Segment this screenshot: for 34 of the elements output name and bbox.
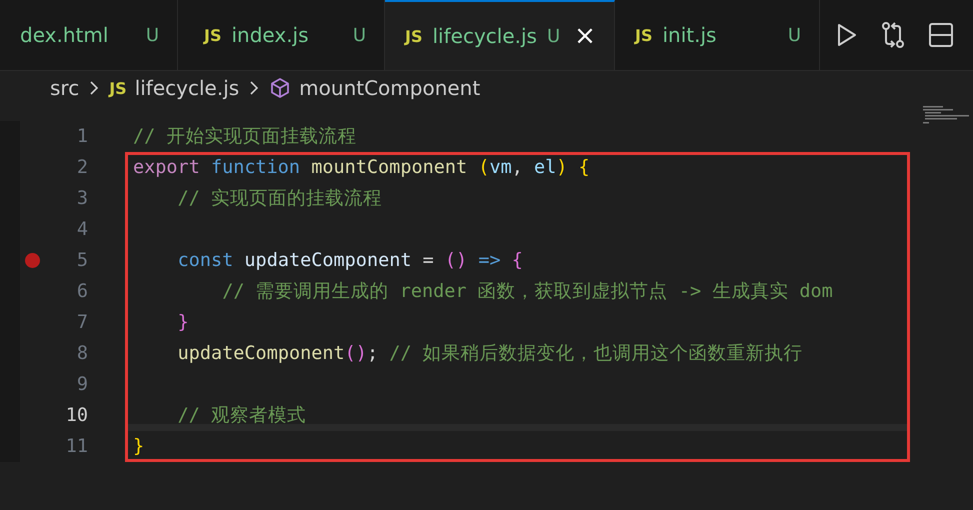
close-icon[interactable]: × [574,21,596,51]
code-line: const updateComponent = () => { [125,245,910,276]
run-icon[interactable] [836,23,858,47]
breadcrumb-item[interactable]: JS lifecycle.js [109,76,240,100]
split-editor-icon[interactable] [928,22,954,48]
compare-changes-icon[interactable] [880,21,906,49]
line-number: 9 [76,374,88,395]
code-line: // 实现页面的挂载流程 [125,183,910,214]
code-line: } [125,307,910,338]
line-number: 6 [76,281,88,302]
code-line: export function mountComponent (vm, el) { [125,152,910,183]
chevron-icon [89,80,100,96]
line-number: 10 [64,405,88,426]
line-number: 11 [64,436,88,457]
line-number: 4 [76,219,88,240]
breadcrumb-item[interactable]: src [50,76,80,100]
code-line: // 开始实现页面挂载流程 [125,121,910,152]
line-number: 8 [76,343,88,364]
editor-tab[interactable]: JS init.js U [615,0,820,70]
code-line: // 观察者模式 [125,400,910,431]
line-number: 2 [76,157,88,178]
line-number: 7 [76,312,88,333]
chevron-icon [249,80,260,96]
code-line: updateComponent(); // 如果稍后数据变化，也调用这个函数重新执行 [125,338,910,369]
cube-icon [269,77,292,99]
code-line: // 需要调用生成的 render 函数，获取到虚拟节点 -> 生成真实 dom [125,276,910,307]
editor-tab[interactable]: JS lifecycle.js U × [385,0,615,70]
editor-tab[interactable]: dex.html U [20,0,178,70]
line-number: 5 [76,250,88,271]
line-number: 3 [76,188,88,209]
breadcrumb-item[interactable]: mountComponent [269,76,480,100]
line-number: 1 [76,126,88,147]
breakpoint-icon[interactable] [25,253,40,268]
code-line: } [125,431,910,462]
